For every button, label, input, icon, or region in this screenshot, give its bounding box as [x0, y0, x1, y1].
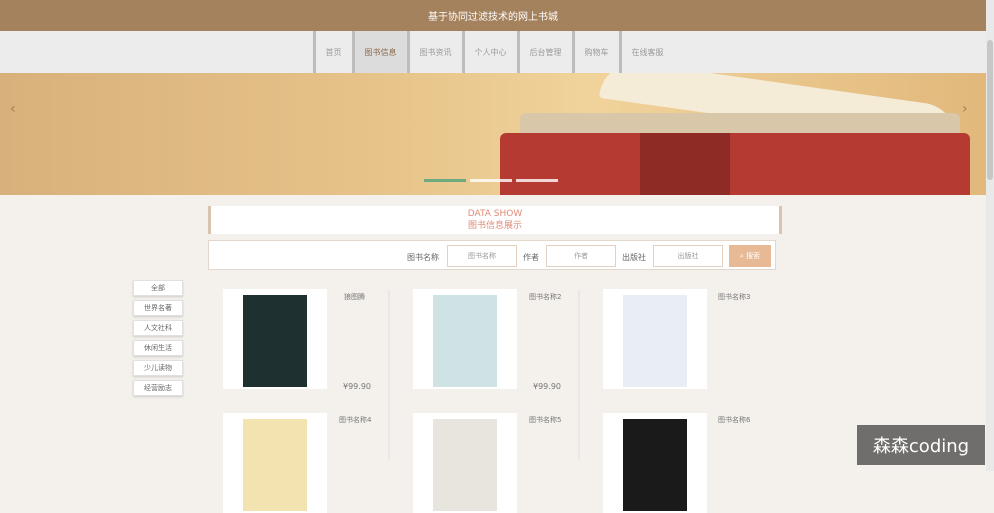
watermark-text: 森森coding [872, 436, 970, 457]
book-title[interactable]: 图书名称6 [718, 415, 750, 425]
carousel-dot-3[interactable] [516, 179, 558, 182]
column-divider [578, 290, 580, 460]
carousel-dot-2[interactable] [470, 179, 512, 182]
scrollbar-thumb[interactable] [987, 40, 993, 180]
column-divider [388, 290, 390, 460]
book-card-image[interactable] [223, 413, 327, 513]
carousel-dot-1[interactable] [424, 179, 466, 182]
nav-home[interactable]: 首页 [312, 31, 352, 73]
search-icon: ⌕ [739, 252, 744, 260]
book-cover [243, 295, 307, 387]
nav-book-info[interactable]: 图书信息 [351, 31, 407, 73]
book-cover [623, 295, 687, 387]
book-card-image[interactable] [413, 413, 517, 513]
banner-carousel: ‹ › [0, 73, 986, 195]
book-cover [623, 419, 687, 511]
book-title[interactable]: 图书名称5 [529, 415, 561, 425]
nav-customer-service[interactable]: 在线客服 [618, 31, 674, 73]
book-card-image[interactable] [413, 289, 517, 389]
search-button[interactable]: ⌕ 搜索 [729, 245, 771, 267]
chevron-right-icon[interactable]: › [962, 101, 968, 117]
category-world-classics[interactable]: 世界名著 [133, 300, 183, 316]
nav-personal-center[interactable]: 个人中心 [461, 31, 517, 73]
banner-book-bottom [500, 133, 970, 195]
section-title-en: DATA SHOW [467, 209, 523, 219]
publisher-label: 出版社 [622, 253, 646, 262]
author-label: 作者 [523, 253, 539, 262]
author-input[interactable]: 作者 [546, 245, 616, 267]
site-title: 基于协同过滤技术的网上书城 [428, 12, 558, 23]
book-title[interactable]: 图书名称3 [718, 292, 750, 302]
search-bar: 图书名称 图书名称 作者 作者 出版社 出版社 ⌕ 搜索 [208, 240, 776, 270]
category-children[interactable]: 少儿读物 [133, 360, 183, 376]
book-cover [433, 419, 497, 511]
top-header: 基于协同过滤技术的网上书城 [0, 0, 986, 31]
section-title-cn: 图书信息展示 [467, 221, 522, 231]
book-price: ¥99.90 [343, 382, 371, 391]
main-nav: 首页 图书信息 图书资讯 个人中心 后台管理 购物车 在线客服 [0, 31, 986, 73]
nav-book-news[interactable]: 图书资讯 [406, 31, 462, 73]
book-cover [433, 295, 497, 387]
book-name-input[interactable]: 图书名称 [447, 245, 517, 267]
chevron-left-icon[interactable]: ‹ [10, 101, 16, 117]
publisher-input[interactable]: 出版社 [653, 245, 723, 267]
category-inspiration[interactable]: 经营励志 [133, 380, 183, 396]
book-title[interactable]: 图书名称2 [529, 292, 561, 302]
category-leisure[interactable]: 休闲生活 [133, 340, 183, 356]
page-scrollbar[interactable] [986, 0, 994, 471]
book-card-image[interactable] [223, 289, 327, 389]
search-button-label: 搜索 [746, 252, 761, 260]
book-card-image[interactable] [603, 413, 707, 513]
book-name-label: 图书名称 [407, 253, 439, 262]
nav-admin[interactable]: 后台管理 [516, 31, 572, 73]
watermark-badge: 森森coding [857, 425, 985, 465]
carousel-indicators [424, 179, 558, 182]
book-title[interactable]: 图书名称4 [339, 415, 371, 425]
section-header: DATA SHOW 图书信息展示 [208, 206, 782, 234]
book-price: ¥99.90 [533, 382, 561, 391]
banner-book-spine [640, 133, 730, 195]
nav-cart[interactable]: 购物车 [571, 31, 619, 73]
book-title[interactable]: 狼图腾 [344, 292, 365, 302]
category-humanities[interactable]: 人文社科 [133, 320, 183, 336]
book-card-image[interactable] [603, 289, 707, 389]
book-cover [243, 419, 307, 511]
category-all[interactable]: 全部 [133, 280, 183, 296]
